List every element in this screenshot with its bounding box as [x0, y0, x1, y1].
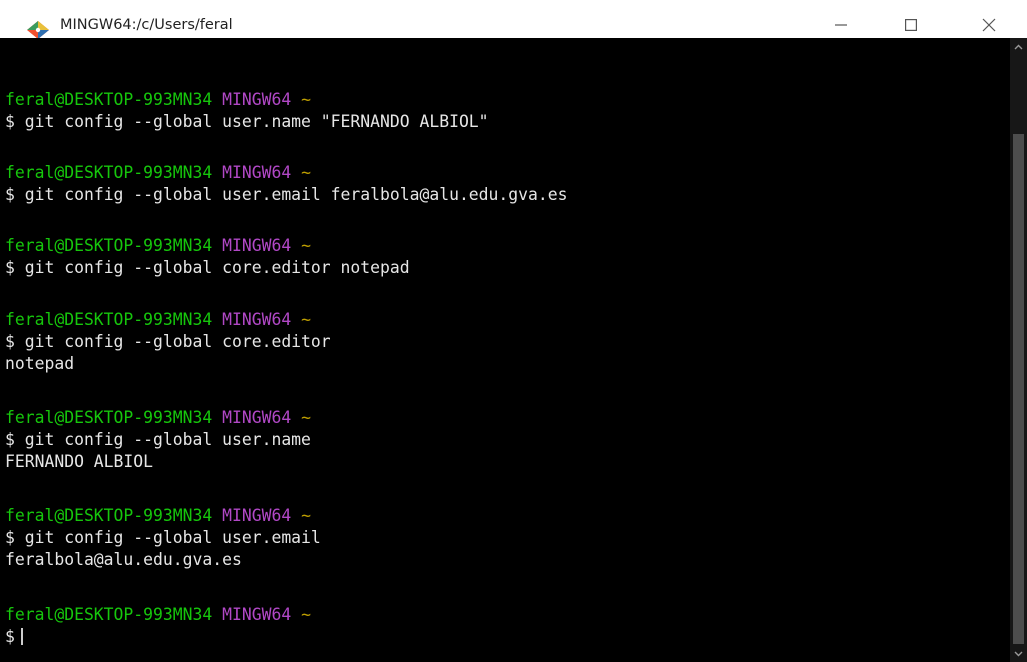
prompt-shell: MINGW64: [222, 605, 292, 624]
prompt-shell: MINGW64: [222, 408, 292, 427]
command-output: feralbola@alu.edu.gva.es: [5, 550, 242, 569]
prompt-user: feral@DESKTOP-993MN34: [5, 236, 213, 255]
command-text: git config --global user.name "FERNANDO …: [24, 112, 489, 131]
prompt-path: ~: [301, 506, 311, 525]
command-line: $ git config --global user.email feralbo…: [5, 184, 568, 206]
prompt-shell: MINGW64: [222, 506, 292, 525]
prompt-shell: MINGW64: [222, 90, 292, 109]
prompt-shell: MINGW64: [222, 236, 292, 255]
prompt-user: feral@DESKTOP-993MN34: [5, 163, 213, 182]
prompt-path: ~: [301, 90, 311, 109]
git-diamond-icon[interactable]: [25, 20, 51, 40]
vertical-scrollbar[interactable]: [1010, 38, 1027, 662]
prompt-path: ~: [301, 408, 311, 427]
command-text: git config --global user.email: [24, 528, 321, 547]
scroll-down-button[interactable]: [1010, 645, 1027, 662]
minimize-icon: [835, 24, 847, 26]
maximize-icon: [905, 19, 917, 31]
command-line: $ git config --global user.email: [5, 527, 321, 549]
chevron-up-icon: [1014, 44, 1023, 49]
prompt-user: feral@DESKTOP-993MN34: [5, 408, 213, 427]
title-bar[interactable]: MINGW64:/c/Users/feral: [0, 0, 1027, 40]
command-text: git config --global core.editor: [24, 332, 331, 351]
command-line: $ git config --global core.editor: [5, 331, 331, 353]
prompt-user: feral@DESKTOP-993MN34: [5, 310, 213, 329]
scroll-up-button[interactable]: [1010, 38, 1027, 55]
command-text: git config --global user.name: [24, 430, 311, 449]
prompt-line: feral@DESKTOP-993MN34 MINGW64 ~: [5, 505, 311, 527]
text-cursor: [20, 628, 23, 645]
git-bash-window: MINGW64:/c/Users/feral feral@DESKTOP-993…: [0, 0, 1027, 662]
prompt-shell: MINGW64: [222, 163, 292, 182]
prompt-user: feral@DESKTOP-993MN34: [5, 90, 213, 109]
prompt-line: feral@DESKTOP-993MN34 MINGW64 ~: [5, 89, 311, 111]
prompt-symbol: $: [5, 112, 15, 131]
prompt-shell: MINGW64: [222, 310, 292, 329]
prompt-path: ~: [301, 163, 311, 182]
close-icon: [982, 18, 996, 32]
prompt-symbol: $: [5, 430, 15, 449]
prompt-line: feral@DESKTOP-993MN34 MINGW64 ~: [5, 309, 311, 331]
prompt-symbol: $: [5, 185, 15, 204]
command-text: git config --global user.email feralbola…: [24, 185, 568, 204]
prompt-user: feral@DESKTOP-993MN34: [5, 605, 213, 624]
prompt-symbol: $: [5, 627, 15, 646]
prompt-user: feral@DESKTOP-993MN34: [5, 506, 213, 525]
terminal-output[interactable]: feral@DESKTOP-993MN34 MINGW64 ~ $ git co…: [0, 38, 1010, 662]
prompt-line: feral@DESKTOP-993MN34 MINGW64 ~: [5, 235, 311, 257]
command-text: git config --global core.editor notepad: [24, 258, 410, 277]
prompt-symbol: $: [5, 258, 15, 277]
prompt-line: feral@DESKTOP-993MN34 MINGW64 ~: [5, 604, 311, 626]
prompt-line: feral@DESKTOP-993MN34 MINGW64 ~: [5, 407, 311, 429]
command-line: $ git config --global core.editor notepa…: [5, 257, 410, 279]
command-output: notepad: [5, 354, 75, 373]
prompt-path: ~: [301, 310, 311, 329]
prompt-symbol: $: [5, 332, 15, 351]
command-output: FERNANDO ALBIOL: [5, 452, 154, 471]
chevron-down-icon: [1014, 651, 1023, 656]
prompt-path: ~: [301, 236, 311, 255]
input-line[interactable]: $: [5, 626, 23, 648]
command-line: $ git config --global user.name: [5, 429, 311, 451]
command-line: $ git config --global user.name "FERNAND…: [5, 111, 489, 133]
prompt-symbol: $: [5, 528, 15, 547]
prompt-line: feral@DESKTOP-993MN34 MINGW64 ~: [5, 162, 311, 184]
scrollbar-thumb[interactable]: [1013, 134, 1024, 644]
prompt-path: ~: [301, 605, 311, 624]
